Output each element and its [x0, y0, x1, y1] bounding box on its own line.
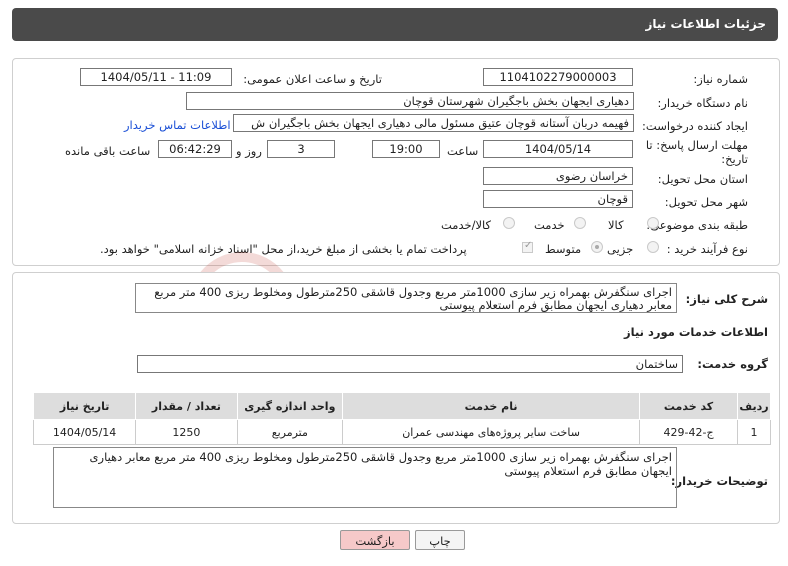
process-minor-label: جزیی	[607, 242, 634, 256]
deadline-time-field: 19:00	[372, 140, 440, 158]
category-service-label: خدمت	[534, 218, 565, 232]
cell-service-name: ساخت سایر پروژه‌های مهندسی عمران	[342, 419, 641, 445]
deadline-label: مهلت ارسال پاسخ: تا	[645, 138, 748, 152]
page-header: جزئیات اطلاعات نیاز	[12, 8, 778, 41]
buyer-notes-textarea[interactable]: اجرای سنگفرش بهمراه زیر سازی 1000متر مرب…	[53, 447, 677, 508]
col-service-code: کد خدمت	[639, 392, 739, 420]
need-number-field: 1104102279000003	[483, 68, 633, 86]
buyer-org-label: نام دستگاه خریدار:	[657, 96, 748, 110]
category-goods-service-label: کالا/خدمت	[441, 218, 492, 232]
deadline-date-field: 1404/05/14	[483, 140, 633, 158]
city-field: قوچان	[483, 190, 633, 208]
process-medium-radio[interactable]	[591, 241, 603, 253]
days-label: روز و	[236, 144, 262, 158]
table-row: 1 ج-42-429 ساخت سایر پروژه‌های مهندسی عم…	[32, 419, 771, 445]
payment-note: پرداخت تمام یا بخشی از مبلغ خرید،از محل …	[100, 242, 467, 256]
services-section-title: اطلاعات خدمات مورد نیاز	[624, 325, 768, 339]
payment-checkbox[interactable]	[522, 240, 533, 253]
category-service-radio[interactable]	[574, 217, 586, 229]
description-label: شرح کلی نیاز:	[685, 292, 768, 306]
days-field: 3	[267, 140, 335, 158]
col-unit: واحد اندازه گیری	[236, 392, 344, 420]
process-label: نوع فرآیند خرید :	[666, 242, 748, 256]
buyer-notes-label: توضیحات خریدار:	[670, 474, 768, 488]
category-goods-service-radio[interactable]	[503, 217, 515, 229]
cell-row-number: 1	[737, 419, 771, 445]
category-label: طبقه بندی موضوعی:	[646, 218, 748, 232]
category-goods-label: کالا	[608, 218, 624, 232]
buyer-contact-link[interactable]: اطلاعات تماس خریدار	[124, 118, 231, 132]
back-button[interactable]: بازگشت	[340, 530, 410, 550]
process-medium-label: متوسط	[545, 242, 582, 256]
need-number-label: شماره نیاز:	[693, 72, 748, 86]
service-group-label: گروه خدمت:	[697, 357, 768, 371]
col-need-date: تاریخ نیاز	[32, 392, 137, 420]
col-quantity: تعداد / مقدار	[135, 392, 238, 420]
announce-date-field: 1404/05/11 - 11:09	[80, 68, 232, 86]
print-button[interactable]: چاپ	[415, 530, 465, 550]
description-textarea[interactable]: اجرای سنگفرش بهمراه زیر سازی 1000متر مرب…	[135, 283, 677, 313]
deadline-time-label: ساعت	[447, 144, 479, 158]
services-table: ردیف کد خدمت نام خدمت واحد اندازه گیری ت…	[32, 392, 771, 445]
process-minor-radio[interactable]	[647, 241, 659, 253]
remaining-time-field: 06:42:29	[158, 140, 232, 158]
cell-unit: مترمربع	[236, 419, 344, 445]
creator-label: ایجاد کننده درخواست:	[642, 119, 748, 133]
province-field: خراسان رضوی	[483, 167, 633, 185]
remaining-time-label: ساعت باقی مانده	[65, 144, 151, 158]
cell-need-date: 1404/05/14	[32, 419, 137, 445]
province-label: استان محل تحویل:	[657, 172, 748, 186]
col-service-name: نام خدمت	[342, 392, 641, 420]
col-row-number: ردیف	[737, 392, 771, 420]
service-group-field: ساختمان	[137, 355, 683, 373]
category-goods-radio[interactable]	[647, 217, 659, 229]
cell-quantity: 1250	[135, 419, 238, 445]
need-info-panel	[12, 58, 780, 266]
city-label: شهر محل تحویل:	[664, 195, 748, 209]
table-header-row: ردیف کد خدمت نام خدمت واحد اندازه گیری ت…	[32, 392, 771, 420]
announce-date-label: تاریخ و ساعت اعلان عمومی:	[243, 72, 382, 86]
deadline-label-date: تاریخ:	[721, 152, 748, 166]
cell-service-code: ج-42-429	[639, 419, 739, 445]
buyer-org-field: دهیاری ایجهان بخش باجگیران شهرستان قوچان	[186, 92, 634, 110]
page-title: جزئیات اطلاعات نیاز	[645, 17, 766, 31]
creator-field: فهیمه دربان آستانه قوچان عتیق مسئول مالی…	[233, 114, 634, 132]
